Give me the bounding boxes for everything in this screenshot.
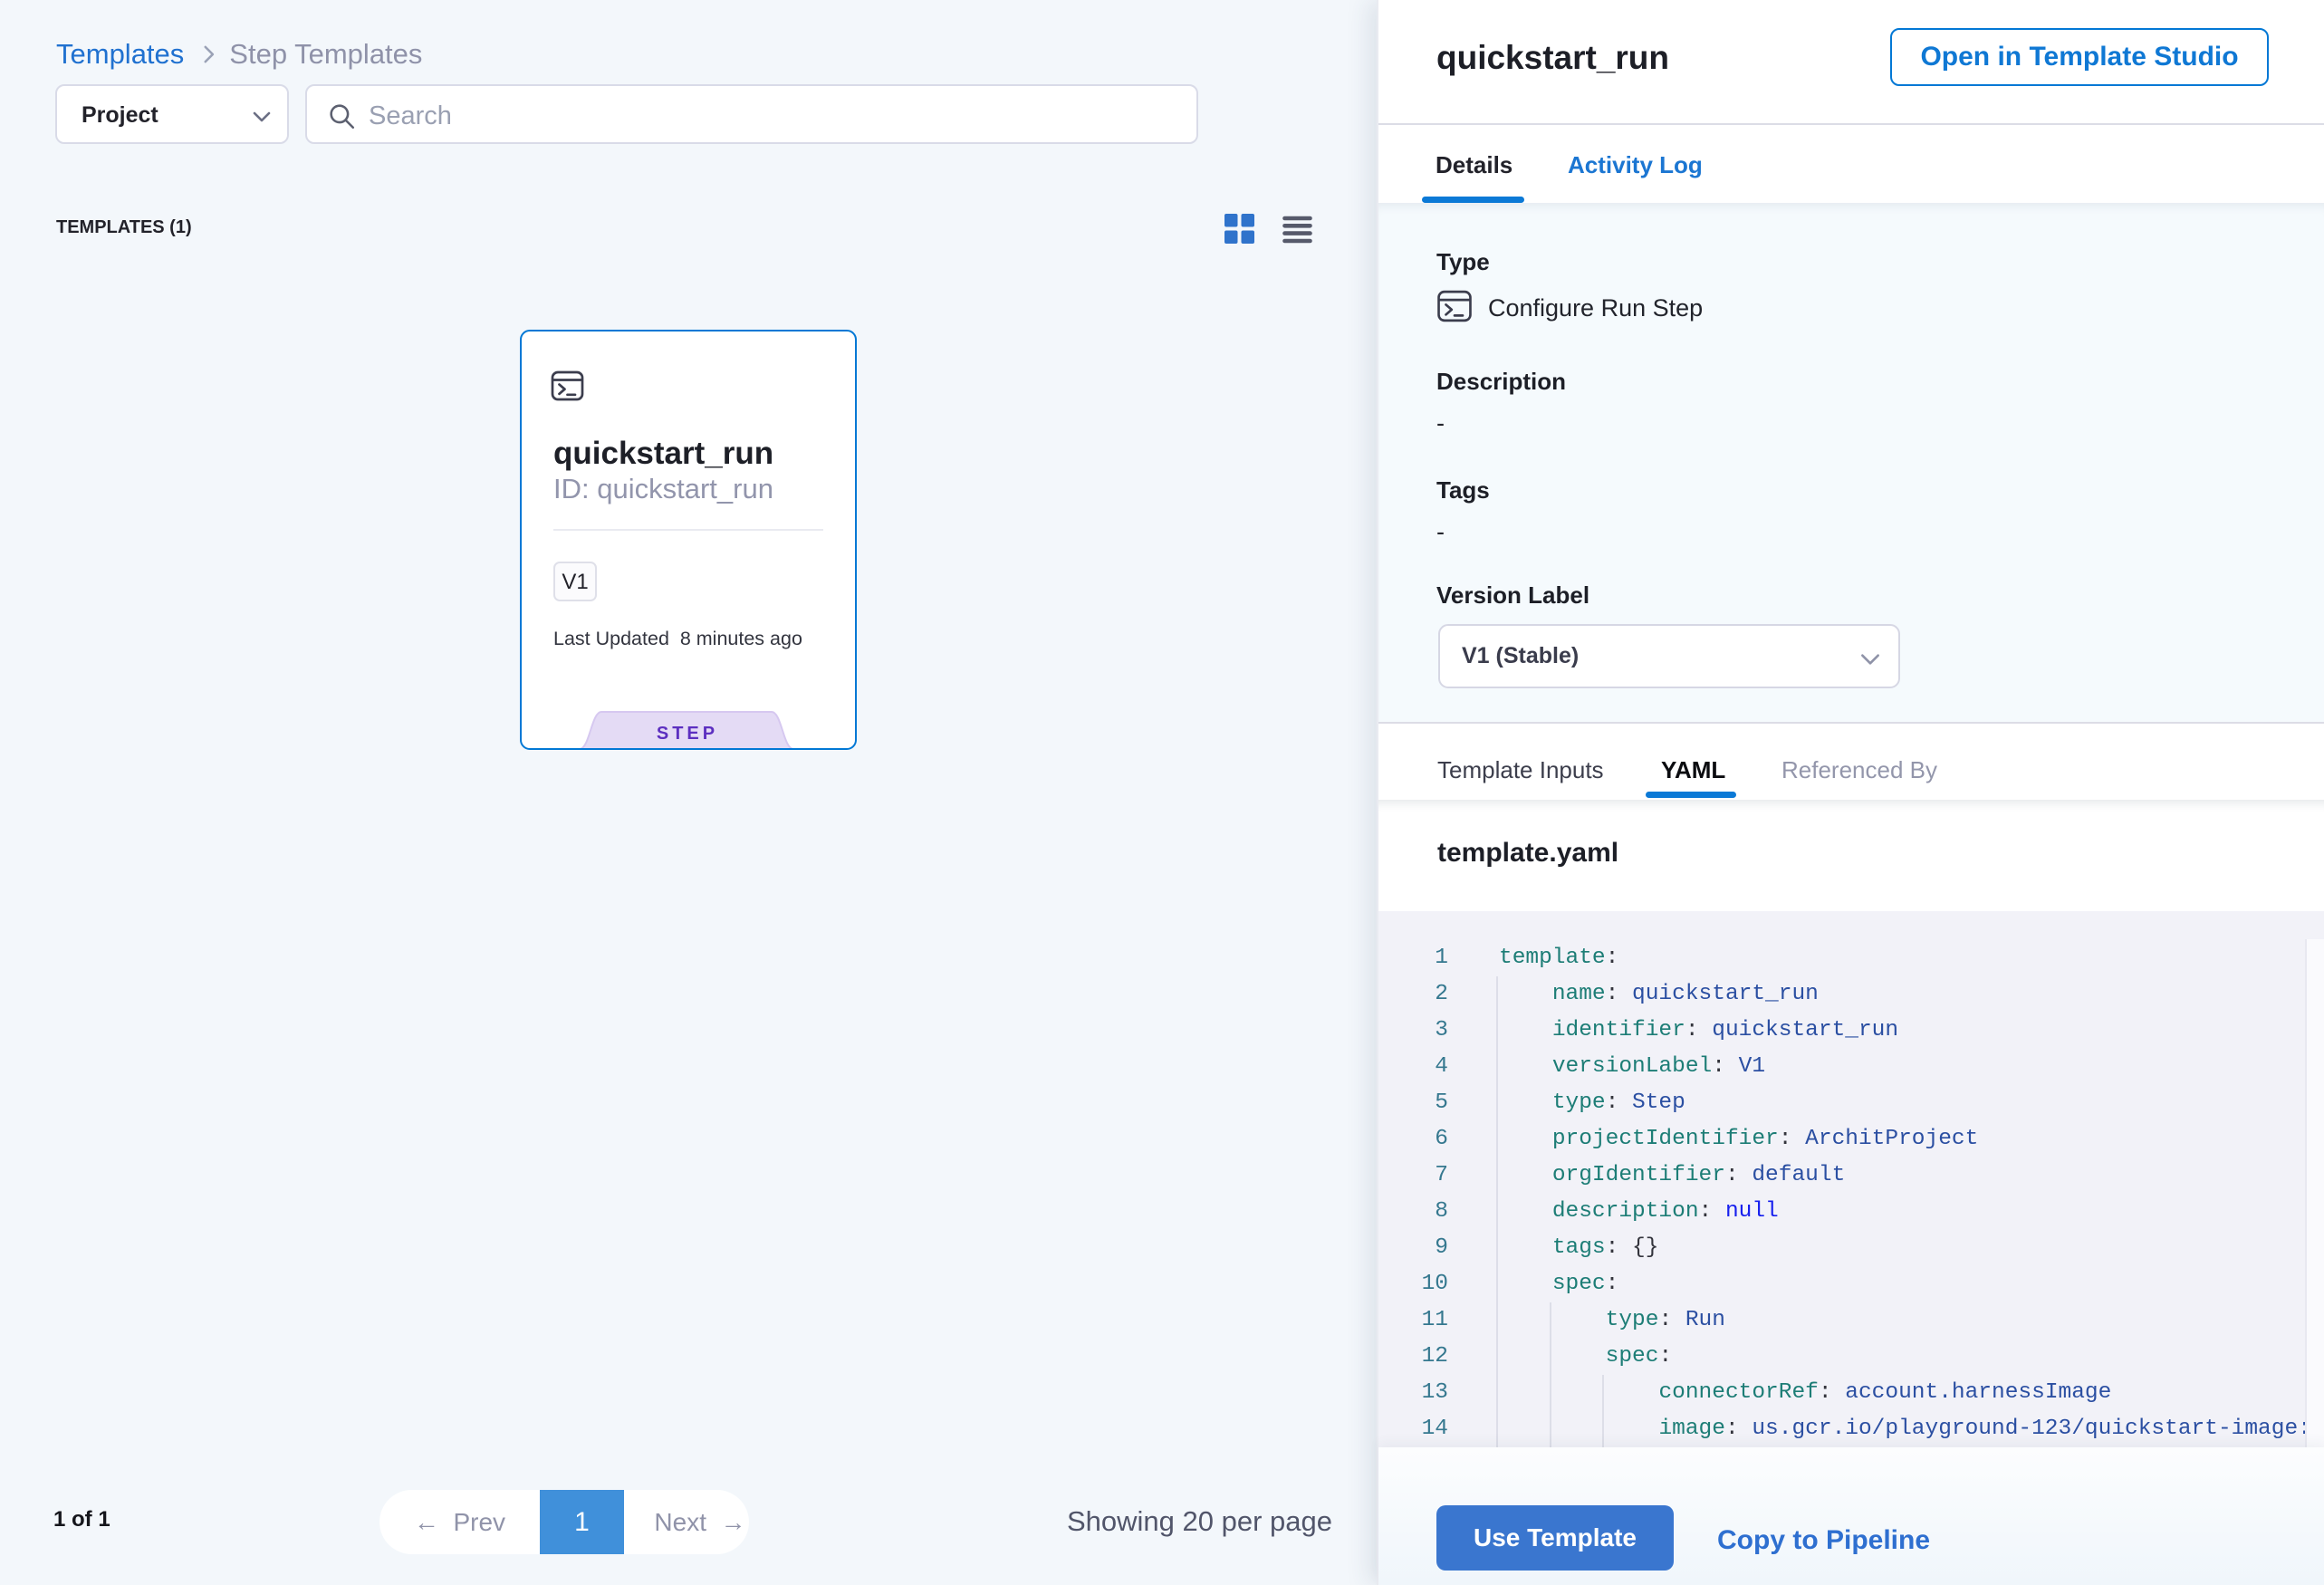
svg-text:STEP: STEP (657, 724, 718, 744)
